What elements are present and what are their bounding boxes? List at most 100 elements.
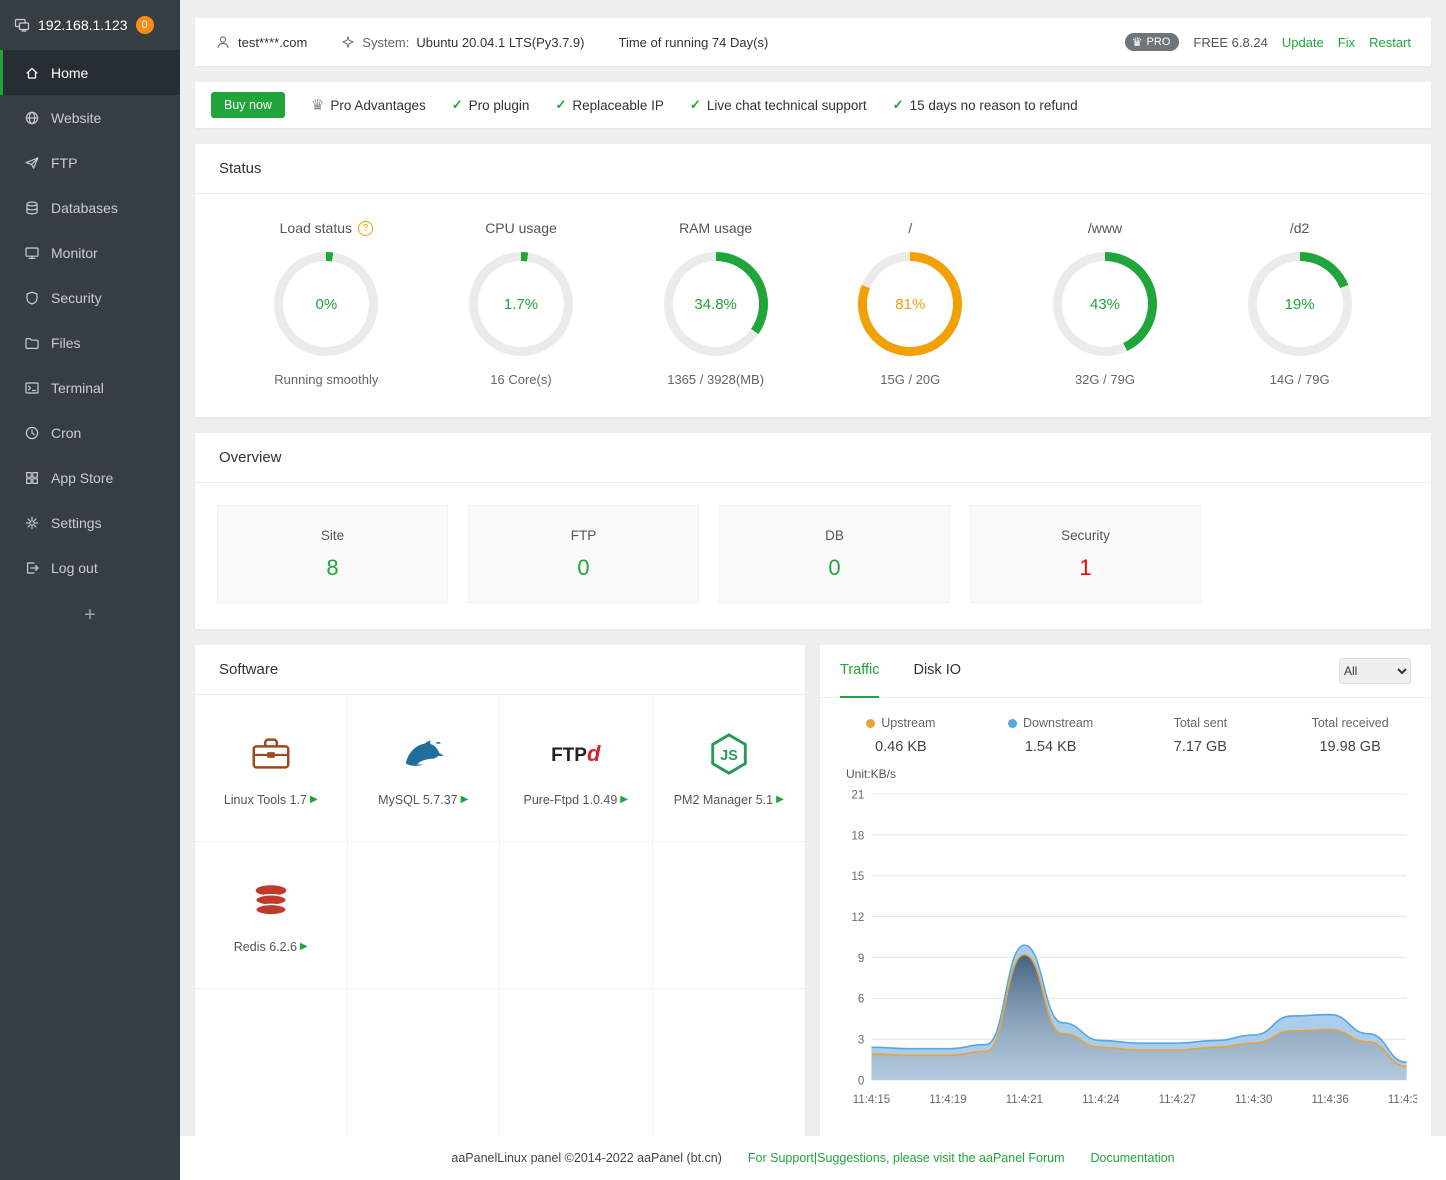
svg-text:12: 12 xyxy=(851,911,864,924)
legend-label: Downstream xyxy=(1023,716,1093,730)
software-item-pure-ftpd[interactable]: FTP d Pure-Ftpd 1.0.49 ▶ xyxy=(500,695,653,842)
redis-icon xyxy=(248,877,294,925)
globe-icon xyxy=(24,110,40,126)
card-label: Site xyxy=(321,528,344,543)
software-empty-cell xyxy=(653,842,806,989)
gauge-label: RAM usage xyxy=(679,220,752,236)
gauge-ring: 81% xyxy=(858,252,962,356)
software-item-pm2[interactable]: JS PM2 Manager 5.1 ▶ xyxy=(653,695,806,842)
crown-icon: ♛ xyxy=(311,96,324,114)
sidebar-item-home[interactable]: Home xyxy=(0,50,180,95)
server-domain[interactable]: test****.com xyxy=(238,35,307,50)
software-title: Software xyxy=(195,645,805,695)
software-item-redis[interactable]: Redis 6.2.6 ▶ xyxy=(195,842,348,989)
sidebar-item-terminal[interactable]: Terminal xyxy=(0,365,180,410)
card-value[interactable]: 8 xyxy=(326,555,338,581)
traffic-filter-select[interactable]: All xyxy=(1339,658,1411,684)
gauge-cpu-usage: CPU usage 1.7% 16 Core(s) xyxy=(441,220,601,387)
status-title: Status xyxy=(195,144,1431,194)
tab-traffic[interactable]: Traffic xyxy=(840,645,879,698)
copyright-text: aaPanelLinux panel ©2014-2022 aaPanel (b… xyxy=(451,1151,722,1165)
legend-label: Upstream xyxy=(881,716,935,730)
card-value[interactable]: 0 xyxy=(828,555,840,581)
traffic-chart-area: Unit:KB/s 03691215182111:4:1511:4:1911:4… xyxy=(820,757,1431,1121)
folder-icon xyxy=(24,335,40,351)
software-empty-cell xyxy=(348,989,501,1136)
message-count-badge[interactable]: 0 xyxy=(136,16,154,34)
gauge-ring: 34.8% xyxy=(664,252,768,356)
tab-disk-io[interactable]: Disk IO xyxy=(913,645,961,698)
sidebar-item-label: FTP xyxy=(51,155,77,171)
overview-card-ftp[interactable]: FTP 0 xyxy=(468,505,699,603)
sidebar-item-databases[interactable]: Databases xyxy=(0,185,180,230)
software-item-name: Pure-Ftpd 1.0.49 xyxy=(523,793,617,807)
sidebar-item-security[interactable]: Security xyxy=(0,275,180,320)
overview-cards: Site 8 FTP 0 DB 0 Security 1 xyxy=(195,483,1431,629)
app-grid-icon xyxy=(24,470,40,486)
sidebar-item-label: Monitor xyxy=(51,245,98,261)
buy-now-button[interactable]: Buy now xyxy=(211,92,285,118)
software-item-name: Redis 6.2.6 xyxy=(234,940,297,954)
gauge-label: CPU usage xyxy=(485,220,557,236)
pro-badge[interactable]: ♛ PRO xyxy=(1125,33,1180,51)
documentation-link[interactable]: Documentation xyxy=(1091,1151,1175,1165)
pro-badge-label: PRO xyxy=(1147,36,1171,48)
sidebar-item-files[interactable]: Files xyxy=(0,320,180,365)
sidebar-item-ftp[interactable]: FTP xyxy=(0,140,180,185)
check-icon: ✓ xyxy=(690,97,701,113)
database-icon xyxy=(24,200,40,216)
sidebar-item-settings[interactable]: Settings xyxy=(0,500,180,545)
play-icon: ▶ xyxy=(310,794,318,805)
pro-advantages[interactable]: ♛ Pro Advantages xyxy=(311,96,426,114)
gauge-value: 1.7% xyxy=(504,296,538,313)
sidebar-item-monitor[interactable]: Monitor xyxy=(0,230,180,275)
sidebar-collapse-button[interactable]: + xyxy=(0,604,180,627)
overview-card-site[interactable]: Site 8 xyxy=(217,505,448,603)
gauge-value: 19% xyxy=(1285,296,1315,313)
legend-label: Total received xyxy=(1312,716,1389,730)
software-item-mysql[interactable]: MySQL 5.7.37 ▶ xyxy=(348,695,501,842)
gauge-value: 81% xyxy=(895,296,925,313)
pure-ftpd-logo: FTP d xyxy=(551,730,600,778)
svg-text:11:4:27: 11:4:27 xyxy=(1159,1093,1196,1106)
bottom-row: Software Linux Tools 1.7 ▶ xyxy=(195,645,1431,1136)
traffic-header: Traffic Disk IO All xyxy=(820,645,1431,698)
overview-card-security[interactable]: Security 1 xyxy=(970,505,1201,603)
overview-card-db[interactable]: DB 0 xyxy=(719,505,950,603)
card-value[interactable]: 1 xyxy=(1079,555,1091,581)
software-item-linux-tools[interactable]: Linux Tools 1.7 ▶ xyxy=(195,695,348,842)
gauge-label: /d2 xyxy=(1290,220,1309,236)
home-icon xyxy=(24,65,40,81)
legend-total-received: Total received 19.98 GB xyxy=(1275,716,1425,755)
sidebar-item-label: Cron xyxy=(51,425,81,441)
play-icon: ▶ xyxy=(776,794,784,805)
gauge-value: 0% xyxy=(315,296,337,313)
sidebar-item-label: Files xyxy=(51,335,81,351)
svg-text:9: 9 xyxy=(858,952,864,965)
legend-upstream: Upstream 0.46 KB xyxy=(826,716,976,755)
sidebar-item-label: Website xyxy=(51,110,101,126)
gauge-ring: 0% xyxy=(274,252,378,356)
sidebar-item-logout[interactable]: Log out xyxy=(0,545,180,590)
sidebar-item-label: Log out xyxy=(51,560,98,576)
forum-link[interactable]: For Support|Suggestions, please visit th… xyxy=(748,1151,1065,1165)
server-ip: 192.168.1.123 xyxy=(38,17,128,33)
software-panel: Software Linux Tools 1.7 ▶ xyxy=(195,645,805,1136)
feature-pro-plugin: ✓ Pro plugin xyxy=(452,97,530,113)
feature-live-chat: ✓ Live chat technical support xyxy=(690,97,867,113)
help-icon[interactable]: ? xyxy=(358,221,373,236)
fix-link[interactable]: Fix xyxy=(1338,35,1355,50)
sidebar-item-app-store[interactable]: App Store xyxy=(0,455,180,500)
logout-icon xyxy=(24,560,40,576)
feature-replaceable-ip: ✓ Replaceable IP xyxy=(555,97,663,113)
update-link[interactable]: Update xyxy=(1282,35,1324,50)
gauge-value: 34.8% xyxy=(694,296,737,313)
card-value[interactable]: 0 xyxy=(577,555,589,581)
gauge-load-status: Load status ? 0% Running smoothly xyxy=(246,220,406,387)
status-gauges: Load status ? 0% Running smoothly CPU us… xyxy=(195,194,1431,417)
sidebar-item-website[interactable]: Website xyxy=(0,95,180,140)
svg-text:0: 0 xyxy=(858,1074,865,1087)
gauge-value: 43% xyxy=(1090,296,1120,313)
sidebar-item-cron[interactable]: Cron xyxy=(0,410,180,455)
restart-link[interactable]: Restart xyxy=(1369,35,1411,50)
